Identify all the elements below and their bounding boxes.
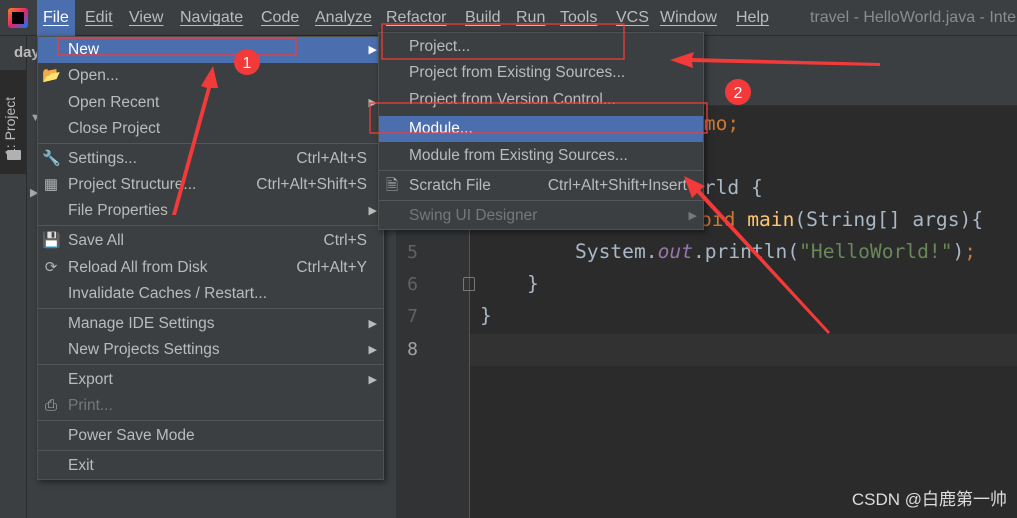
- watermark: CSDN @白鹿第一帅: [851, 490, 1007, 509]
- annotation-arrow-1: [172, 66, 218, 215]
- annotation-overlay: 1 2: [57, 23, 880, 334]
- annotation-arrow-2: [670, 52, 880, 68]
- badge-1-label: 1: [243, 55, 252, 72]
- annotation-box-project: [381, 23, 625, 60]
- badge-2-label: 2: [734, 85, 743, 102]
- annotation-box-module: [369, 102, 708, 134]
- annotation-arrow-3: [684, 176, 830, 334]
- annotation-box-new: [57, 37, 297, 56]
